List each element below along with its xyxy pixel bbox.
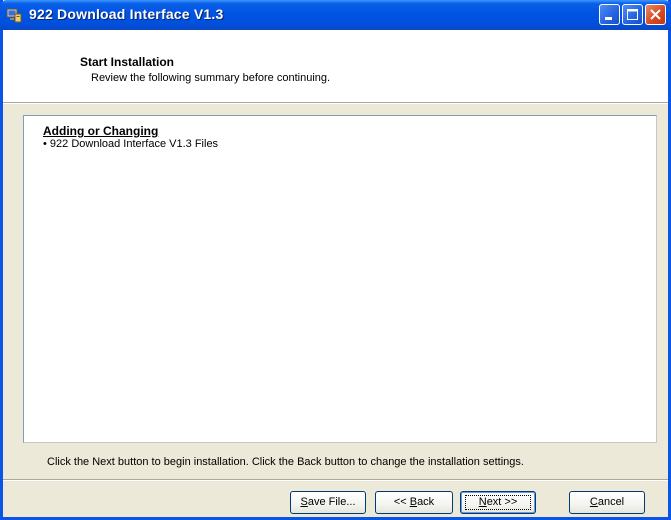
instruction-text: Click the Next button to begin installat… <box>47 456 524 468</box>
next-button[interactable]: Next >> <box>460 491 536 514</box>
close-icon <box>650 9 661 20</box>
window-title: 922 Download Interface V1.3 <box>29 6 224 22</box>
page-subtitle: Review the following summary before cont… <box>91 72 331 84</box>
close-button[interactable] <box>645 4 666 25</box>
installer-window: 922 Download Interface V1.3 Start Instal… <box>0 0 671 520</box>
minimize-button[interactable] <box>599 4 620 25</box>
maximize-icon <box>627 9 638 20</box>
minimize-icon <box>605 17 612 20</box>
summary-box[interactable]: Adding or Changing • 922 Download Interf… <box>23 115 657 443</box>
back-button[interactable]: << Back <box>375 491 453 514</box>
cancel-button[interactable]: Cancel <box>569 491 645 514</box>
summary-heading: Adding or Changing <box>43 124 159 138</box>
save-file-button[interactable]: Save File... <box>290 491 366 514</box>
summary-item: • 922 Download Interface V1.3 Files <box>43 138 219 150</box>
header-panel: Start Installation Review the following … <box>3 30 668 102</box>
focus-ring <box>465 495 531 510</box>
maximize-button[interactable] <box>622 4 643 25</box>
page-title: Start Installation <box>80 55 175 69</box>
setup-computer-icon <box>6 7 22 23</box>
title-bar[interactable]: 922 Download Interface V1.3 <box>0 0 671 30</box>
